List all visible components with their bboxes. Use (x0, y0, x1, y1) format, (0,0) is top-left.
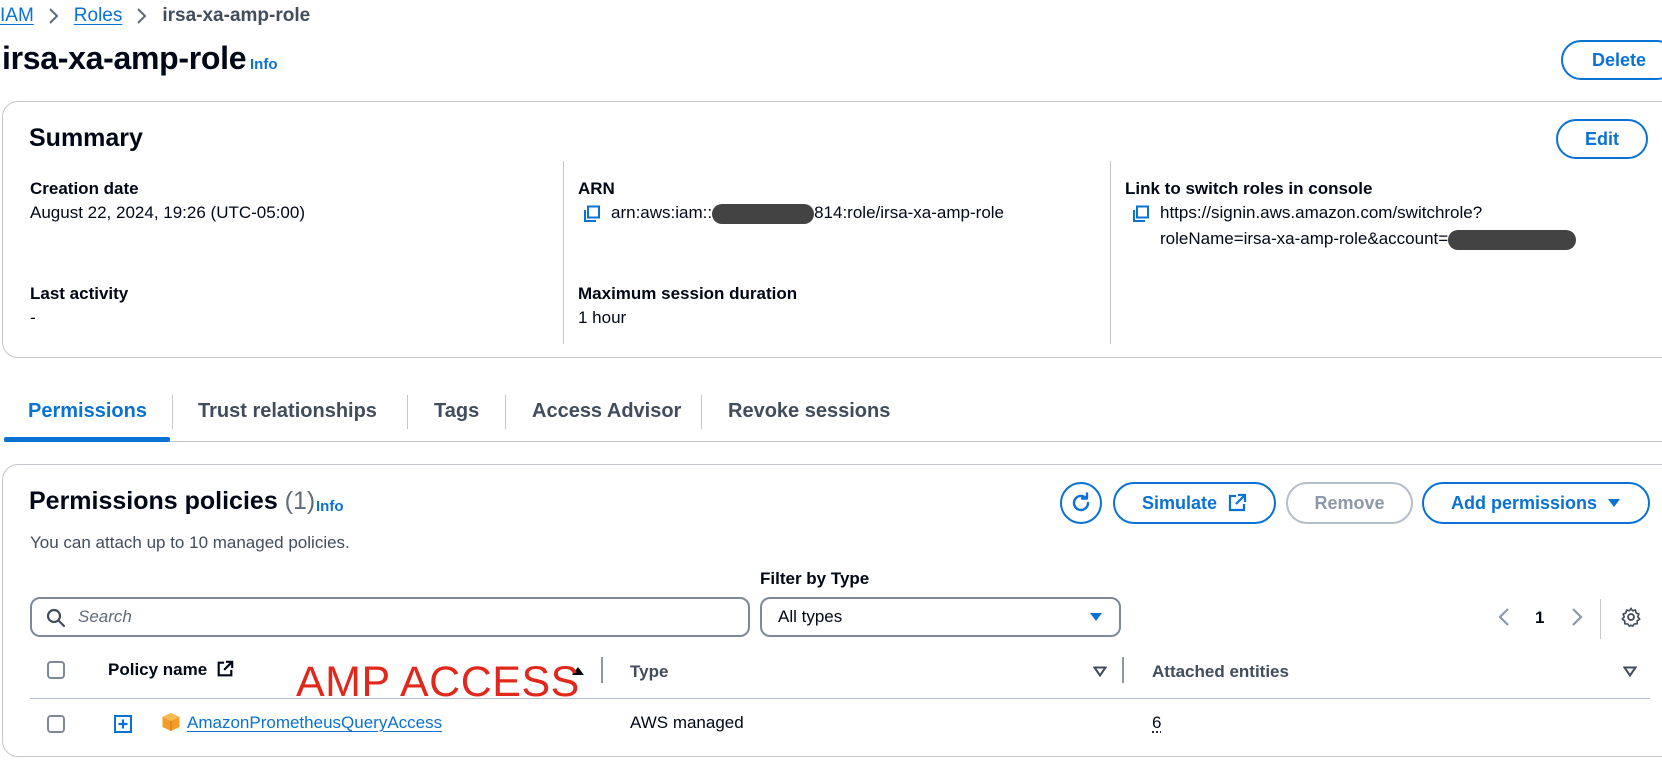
policy-icon (162, 713, 180, 731)
last-activity-value: - (30, 308, 36, 327)
search-placeholder: Search (78, 607, 132, 626)
tab-trust-relationships[interactable]: Trust relationships (198, 385, 377, 437)
tab-separator (407, 395, 408, 429)
summary-divider (1110, 161, 1111, 344)
creation-date-value: August 22, 2024, 19:26 (UTC-05:00) (30, 203, 305, 222)
last-activity-label: Last activity (30, 284, 129, 303)
tab-tags[interactable]: Tags (434, 385, 479, 437)
policy-type-cell: AWS managed (630, 713, 744, 732)
filter-by-type-label: Filter by Type (760, 569, 870, 588)
type-header[interactable]: Type (630, 662, 668, 682)
summary-divider (563, 161, 564, 344)
attached-entities-cell[interactable]: 6 (1152, 713, 1161, 733)
add-permissions-button[interactable]: Add permissions (1422, 482, 1650, 524)
switch-roles-line1: https://signin.aws.amazon.com/switchrole… (1160, 203, 1483, 222)
policy-name-header-label: Policy name (108, 660, 208, 679)
tab-separator (505, 395, 506, 429)
expand-icon[interactable] (114, 715, 132, 733)
redaction-mark (712, 203, 815, 224)
chevron-right-icon (49, 8, 59, 24)
page-title: irsa-xa-amp-role (2, 40, 247, 76)
tabs-baseline (4, 441, 1662, 442)
refresh-icon (1072, 492, 1090, 512)
pagination-divider (1600, 599, 1601, 639)
delete-button-label: Delete (1591, 49, 1647, 70)
tab-access-advisor[interactable]: Access Advisor (532, 385, 681, 437)
arn-label: ARN (578, 179, 615, 198)
switch-roles-label: Link to switch roles in console (1125, 179, 1373, 198)
switch-roles-value: https://signin.aws.amazon.com/switchrole… (1160, 200, 1577, 252)
tab-separator (701, 395, 702, 429)
active-tab-indicator (4, 437, 170, 442)
breadcrumb: IAM Roles irsa-xa-amp-role (0, 2, 310, 30)
arn-suffix: 814:role/irsa-xa-amp-role (814, 203, 1004, 222)
search-input[interactable]: Search (30, 597, 750, 637)
external-link-icon (217, 660, 234, 677)
column-separator (601, 657, 603, 683)
arn-value: arn:aws:iam:: 814:role/irsa-xa-amp-role (611, 200, 1004, 226)
permissions-info-link[interactable]: Info (316, 498, 344, 515)
max-session-value: 1 hour (578, 308, 627, 327)
summary-title: Summary (29, 124, 143, 152)
previous-page-icon[interactable] (1497, 607, 1511, 627)
refresh-button[interactable] (1060, 482, 1102, 524)
filter-type-value: All types (778, 607, 843, 626)
breadcrumb-current: irsa-xa-amp-role (162, 5, 311, 26)
add-permissions-label: Add permissions (1450, 492, 1598, 513)
max-session-label: Maximum session duration (578, 284, 798, 303)
tab-revoke-sessions[interactable]: Revoke sessions (728, 385, 890, 437)
sort-icon[interactable] (1093, 666, 1107, 677)
delete-button[interactable]: Delete (1561, 40, 1662, 80)
edit-button[interactable]: Edit (1556, 119, 1648, 159)
arn-prefix: arn:aws:iam:: (611, 203, 713, 222)
next-page-icon[interactable] (1570, 607, 1584, 627)
policy-name-header[interactable]: Policy name (108, 660, 234, 680)
tab-permissions[interactable]: Permissions (28, 385, 147, 437)
policy-name-link[interactable]: AmazonPrometheusQueryAccess (187, 713, 442, 733)
select-all-checkbox[interactable] (47, 661, 65, 679)
chevron-right-icon (137, 8, 147, 24)
edit-button-label: Edit (1585, 128, 1619, 149)
sort-icon[interactable] (1623, 666, 1637, 677)
permissions-policies-card: Permissions policies (1) Info You can at… (2, 464, 1662, 757)
redaction-mark (1448, 229, 1577, 250)
breadcrumb-roles[interactable]: Roles (74, 5, 123, 27)
amp-access-annotation: AMP ACCESS (296, 658, 580, 706)
caret-down-icon (1090, 613, 1102, 621)
remove-button[interactable]: Remove (1286, 482, 1413, 524)
permissions-title: Permissions policies (1) (29, 487, 315, 516)
tab-bar: Permissions Trust relationships Tags Acc… (0, 385, 1662, 442)
permissions-title-text: Permissions policies (29, 487, 278, 515)
column-separator (1122, 657, 1124, 683)
breadcrumb-iam[interactable]: IAM (0, 5, 34, 27)
switch-roles-line2: roleName=irsa-xa-amp-role&account= (1160, 229, 1449, 248)
simulate-button-label: Simulate (1141, 492, 1218, 513)
table-row: AmazonPrometheusQueryAccess AWS managed … (30, 699, 1650, 753)
creation-date-label: Creation date (30, 179, 139, 198)
external-link-icon (1228, 493, 1247, 512)
filter-type-select[interactable]: All types (760, 597, 1121, 637)
copy-icon[interactable] (583, 205, 601, 223)
simulate-button[interactable]: Simulate (1113, 482, 1276, 524)
permissions-description: You can attach up to 10 managed policies… (30, 533, 350, 552)
gear-icon[interactable] (1620, 606, 1642, 628)
tab-separator (172, 395, 173, 429)
title-info-link[interactable]: Info (250, 56, 278, 73)
row-checkbox[interactable] (47, 715, 65, 733)
current-page-number[interactable]: 1 (1535, 608, 1544, 628)
copy-icon[interactable] (1132, 205, 1150, 223)
permissions-count: (1) (284, 487, 316, 515)
summary-card: Summary Edit Creation date August 22, 20… (2, 101, 1662, 358)
attached-entities-header[interactable]: Attached entities (1152, 662, 1289, 682)
caret-down-icon (1608, 499, 1621, 507)
search-icon (46, 608, 66, 628)
remove-button-label: Remove (1314, 492, 1385, 513)
